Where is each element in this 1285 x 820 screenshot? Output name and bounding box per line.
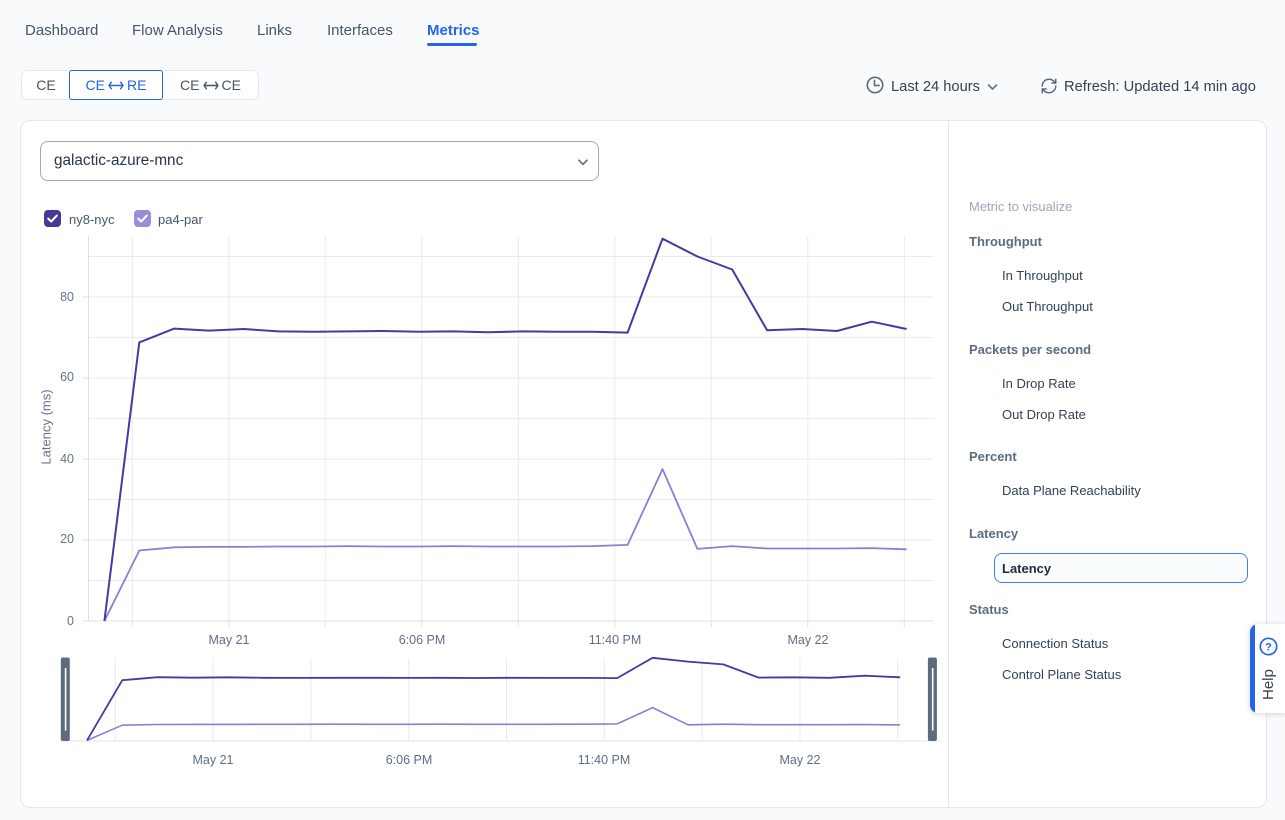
svg-text:?: ?	[1265, 641, 1272, 653]
